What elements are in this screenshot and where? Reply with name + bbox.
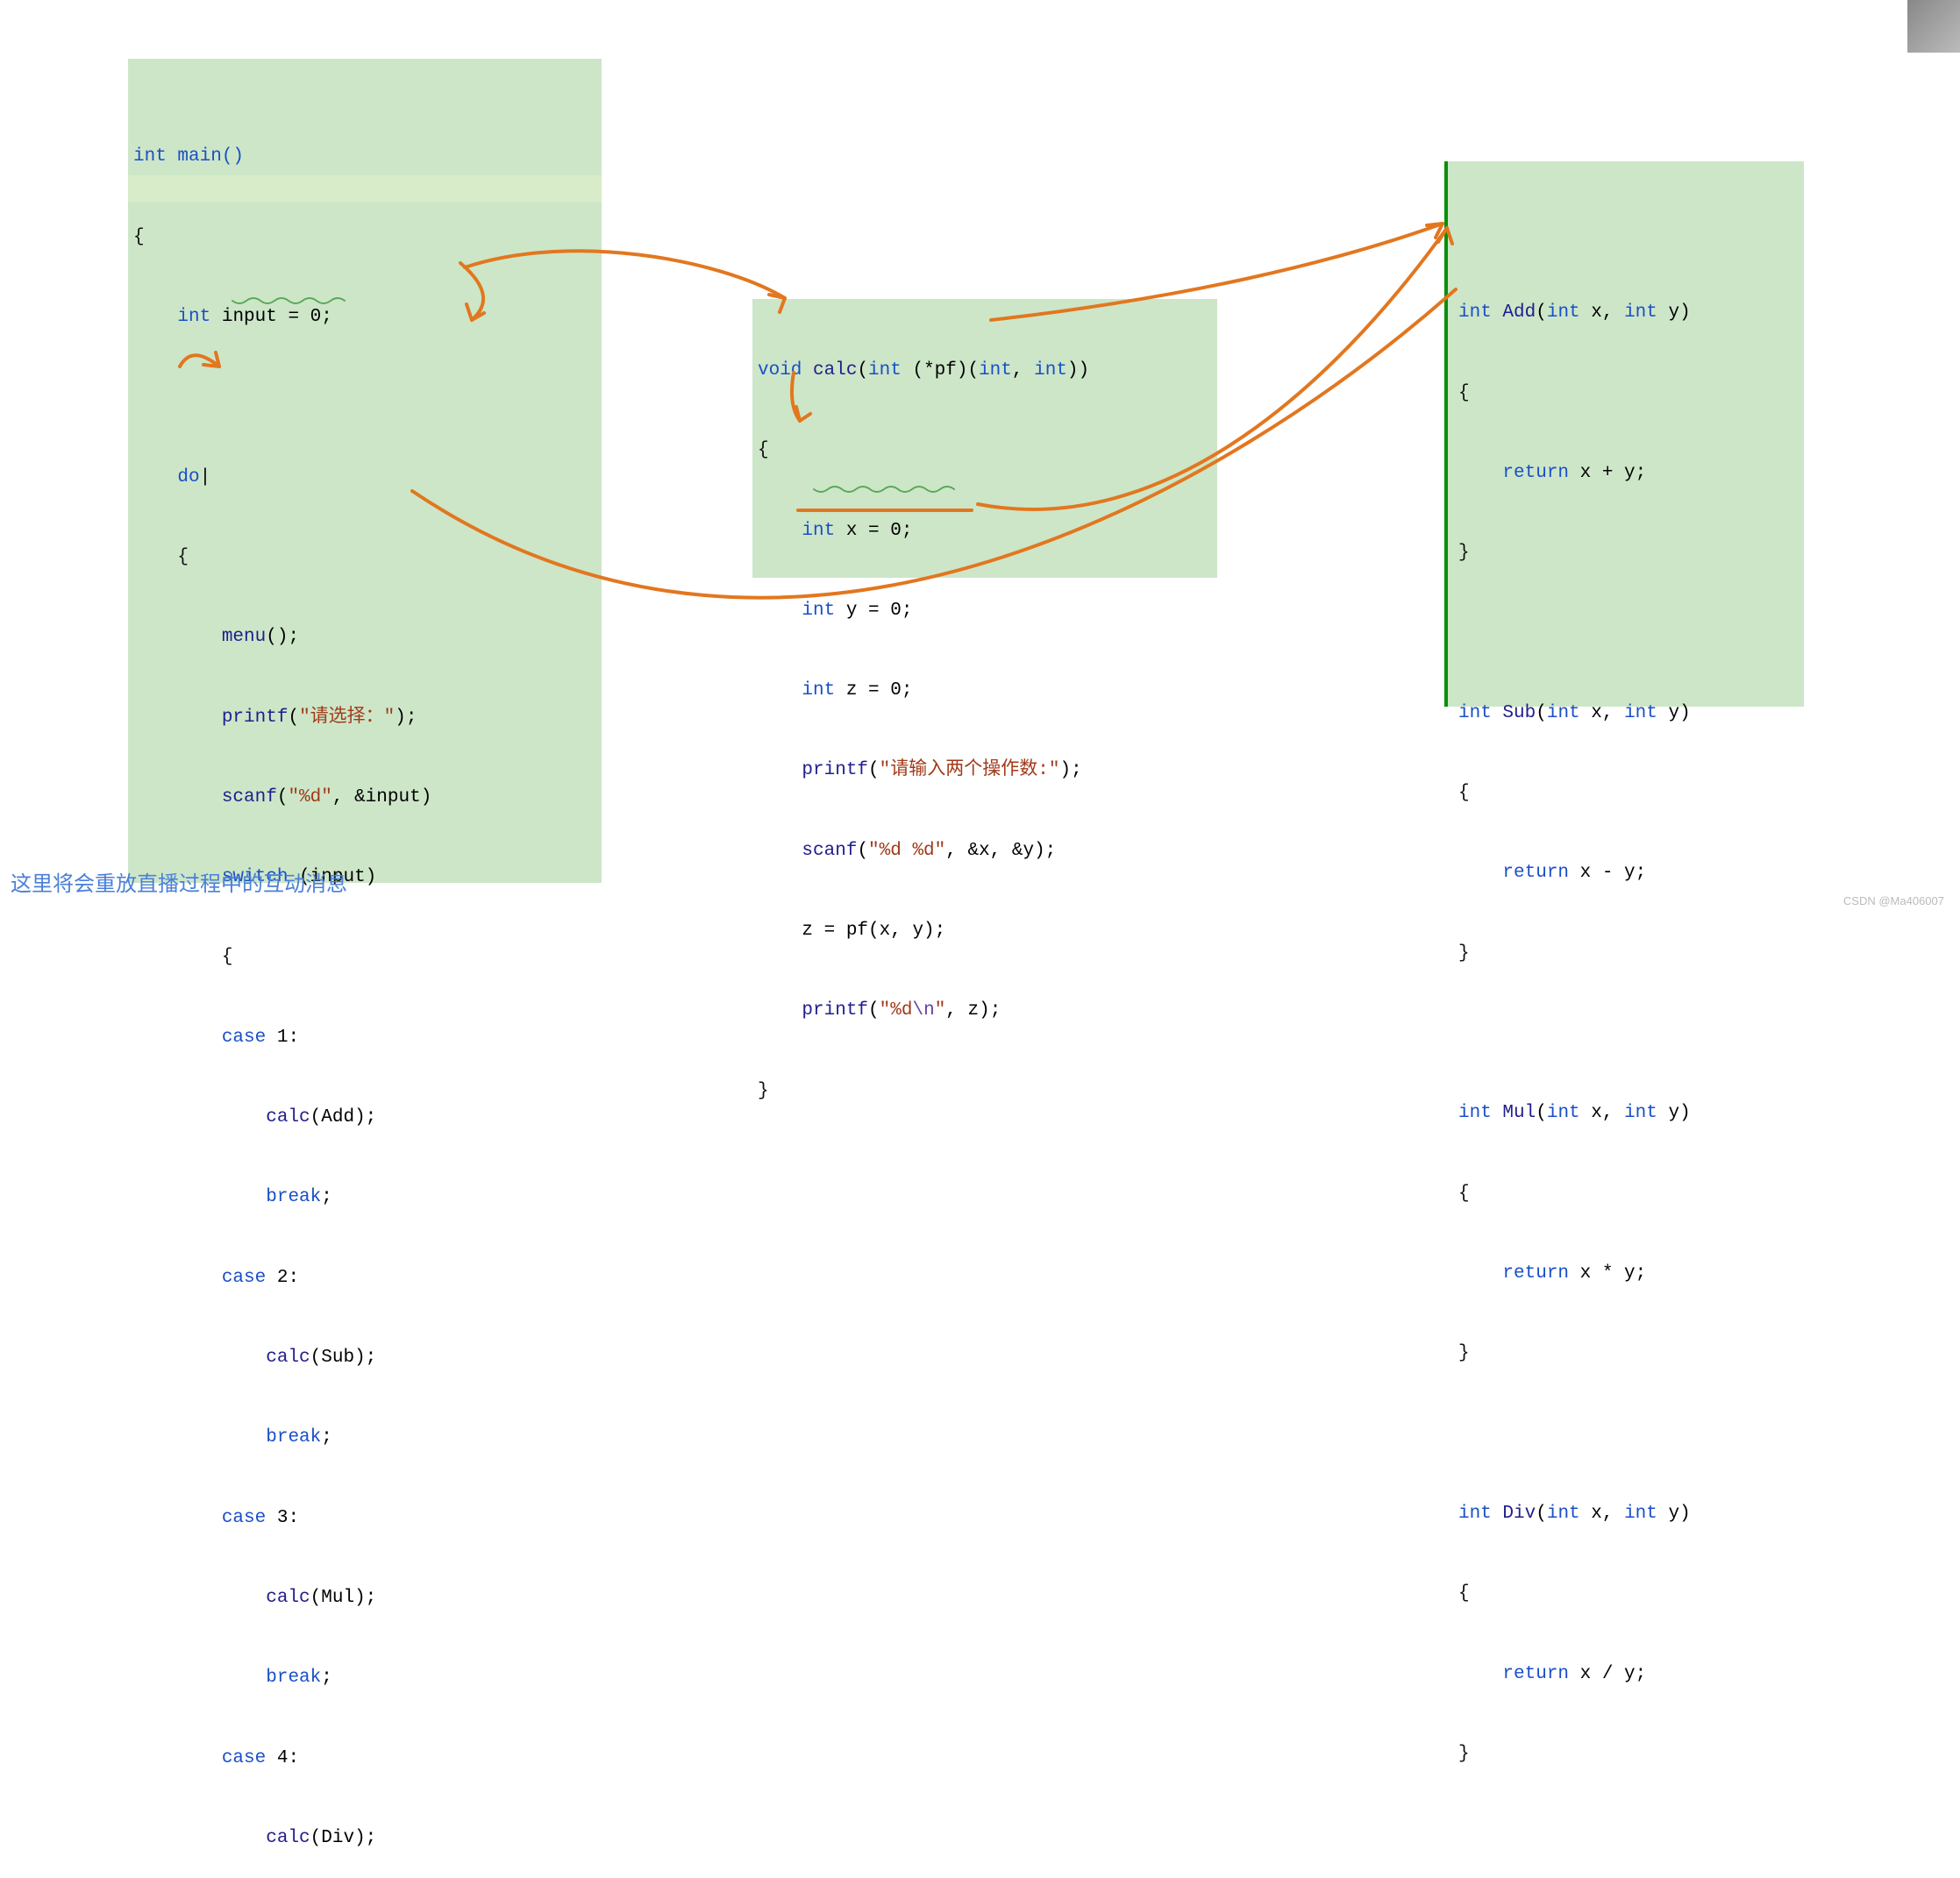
code-line: z = pf(x, y); xyxy=(758,918,1214,944)
code-line: { xyxy=(1458,1581,1800,1607)
code-block-ops: int Add(int x, int y) { return x + y; } … xyxy=(1444,161,1804,707)
current-line-highlight xyxy=(128,175,602,202)
code-line: printf("请输入两个操作数:"); xyxy=(758,758,1214,784)
code-line: int Add(int x, int y) xyxy=(1458,300,1800,326)
code-line: menu(); xyxy=(133,624,598,651)
code-line: case 4: xyxy=(133,1746,598,1772)
code-line: calc(Div); xyxy=(133,1825,598,1852)
code-line: void calc(int (*pf)(int, int)) xyxy=(758,358,1214,384)
code-line: int Div(int x, int y) xyxy=(1458,1501,1800,1527)
code-line: { xyxy=(1458,780,1800,807)
code-line: break; xyxy=(133,1665,598,1691)
code-line: break; xyxy=(133,1184,598,1211)
code-line: return x + y; xyxy=(1458,460,1800,487)
code-line: scanf("%d %d", &x, &y); xyxy=(758,838,1214,864)
code-line: int input = 0; xyxy=(133,304,598,331)
code-line: scanf("%d", &input) xyxy=(133,785,598,811)
code-line: return x * y; xyxy=(1458,1261,1800,1287)
code-line: } xyxy=(1458,1741,1800,1768)
code-line: { xyxy=(1458,381,1800,407)
code-line: return x / y; xyxy=(1458,1661,1800,1688)
code-line: { xyxy=(1458,1181,1800,1207)
code-line: printf("请选择："); xyxy=(133,705,598,731)
code-line: int z = 0; xyxy=(758,678,1214,704)
code-line xyxy=(1458,1021,1800,1047)
code-line: { xyxy=(133,544,598,571)
code-line: } xyxy=(1458,540,1800,566)
code-line: int y = 0; xyxy=(758,598,1214,624)
code-line: } xyxy=(1458,941,1800,967)
code-line: int Sub(int x, int y) xyxy=(1458,701,1800,727)
code-block-calc: void calc(int (*pf)(int, int)) { int x =… xyxy=(752,299,1217,578)
code-line: int Mul(int x, int y) xyxy=(1458,1100,1800,1127)
code-line xyxy=(133,384,598,410)
thumbnail-preview xyxy=(1907,0,1960,53)
code-line xyxy=(1458,620,1800,646)
code-line: } xyxy=(758,1078,1214,1105)
code-line: int main() xyxy=(133,144,598,170)
code-line: { xyxy=(133,944,598,971)
code-line: } xyxy=(1458,1341,1800,1367)
code-line: { xyxy=(133,224,598,251)
code-line: case 1: xyxy=(133,1025,598,1051)
code-line: printf("%d\n", z); xyxy=(758,998,1214,1024)
code-line: calc(Add); xyxy=(133,1105,598,1131)
code-line: do| xyxy=(133,465,598,491)
change-gutter xyxy=(1444,161,1448,707)
code-line: case 3: xyxy=(133,1505,598,1532)
replay-message: 这里将会重放直播过程中的互动消息 xyxy=(11,866,347,897)
code-line: calc(Mul); xyxy=(133,1585,598,1611)
code-line: int x = 0; xyxy=(758,518,1214,544)
code-line: { xyxy=(758,437,1214,464)
code-line: case 2: xyxy=(133,1265,598,1291)
code-block-main: int main() { int input = 0; do| { menu()… xyxy=(128,59,602,883)
code-line: return x - y; xyxy=(1458,860,1800,886)
code-line: break; xyxy=(133,1425,598,1451)
code-line xyxy=(1458,1421,1800,1448)
watermark: CSDN @Ma406007 xyxy=(1843,894,1944,907)
code-line: calc(Sub); xyxy=(133,1345,598,1371)
